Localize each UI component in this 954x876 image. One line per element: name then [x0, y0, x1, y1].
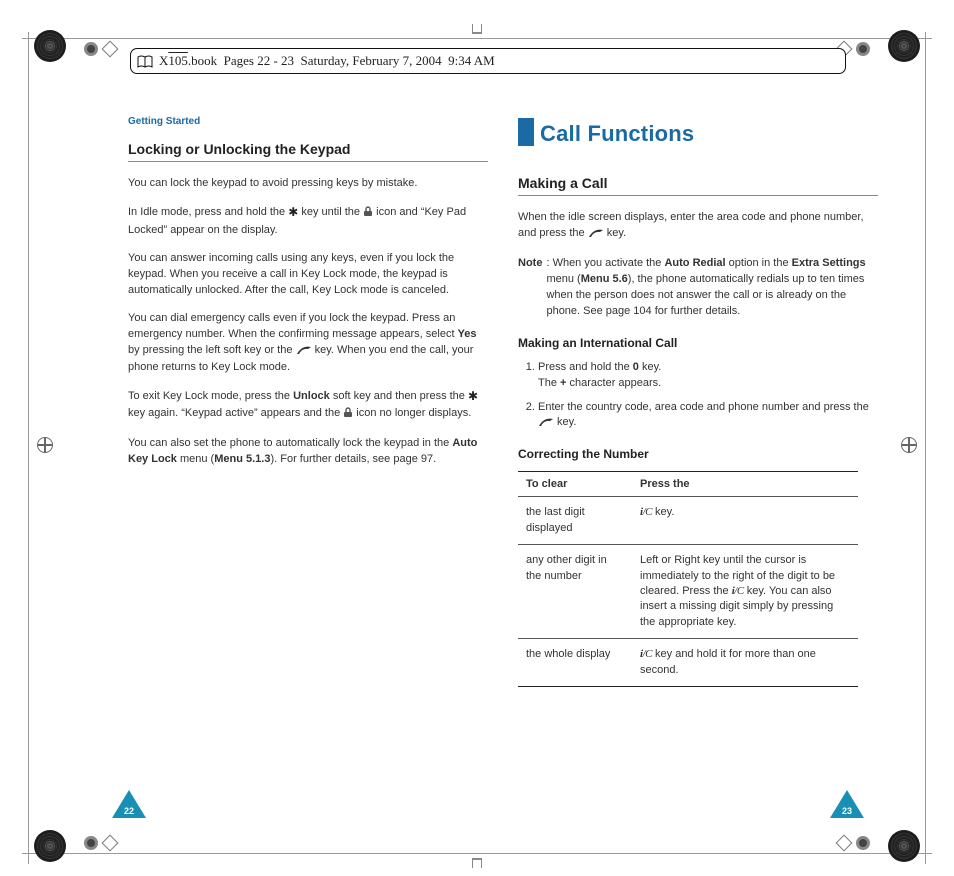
clear-key-icon: i/C	[640, 505, 652, 520]
send-key-icon	[588, 228, 604, 244]
section-title: Making a Call	[518, 175, 878, 196]
correcting-table: To clear Press the the last digit displa…	[518, 471, 858, 687]
list-item: Enter the country code, area code and ph…	[538, 400, 878, 434]
table-header: Press the	[632, 472, 858, 497]
lock-icon	[363, 206, 373, 223]
send-key-icon	[296, 345, 312, 361]
star-key-icon: ✱	[288, 204, 298, 221]
subsection-title: Correcting the Number	[518, 447, 878, 461]
paragraph: To exit Key Lock mode, press the Unlock …	[128, 388, 488, 423]
paragraph: When the idle screen displays, enter the…	[518, 210, 878, 244]
gutter-mark-icon	[472, 858, 482, 868]
crop-line	[28, 32, 29, 864]
page-spread: X105.book Pages 22 - 23 Saturday, Februa…	[0, 0, 954, 876]
paragraph: You can lock the keypad to avoid pressin…	[128, 176, 488, 192]
crop-line	[22, 38, 932, 39]
header-text: X105.book Pages 22 - 23 Saturday, Februa…	[159, 53, 495, 69]
page-number-marker: 23	[830, 790, 864, 818]
steps-list: Press and hold the 0 key. The + characte…	[518, 360, 878, 434]
running-head: Getting Started	[128, 116, 488, 127]
table-header: To clear	[518, 472, 632, 497]
book-icon	[137, 55, 153, 68]
page-number: 23	[830, 806, 864, 816]
ornament-icon	[888, 830, 920, 862]
page-number-marker: 22	[112, 790, 146, 818]
registration-mark-icon	[38, 438, 52, 452]
list-item: Press and hold the 0 key. The + characte…	[538, 360, 878, 392]
table-row: any other digit in the number Left or Ri…	[518, 545, 858, 639]
table-row: the whole display i/C key and hold it fo…	[518, 639, 858, 687]
crop-line	[925, 32, 926, 864]
lock-icon	[343, 407, 353, 424]
clear-key-icon: i/C	[732, 584, 744, 599]
send-key-icon	[538, 417, 554, 433]
paragraph: You can dial emergency calls even if you…	[128, 311, 488, 377]
star-key-icon: ✱	[468, 388, 478, 405]
registration-mark-icon	[902, 438, 916, 452]
ornament-icon	[34, 830, 66, 862]
section-title: Locking or Unlocking the Keypad	[128, 141, 488, 162]
registration-group	[84, 42, 116, 56]
document-header-bar: X105.book Pages 22 - 23 Saturday, Februa…	[130, 48, 846, 74]
paragraph: You can answer incoming calls using any …	[128, 251, 488, 299]
paragraph: In Idle mode, press and hold the ✱ key u…	[128, 204, 488, 239]
registration-group	[838, 836, 870, 850]
chapter-title: Call Functions	[518, 118, 878, 147]
crop-line	[22, 853, 932, 854]
page-number: 22	[112, 806, 146, 816]
paragraph: You can also set the phone to automatica…	[128, 436, 488, 468]
chapter-bar-icon	[518, 118, 534, 146]
table-row: the last digit displayed i/C key.	[518, 497, 858, 545]
registration-group	[84, 836, 116, 850]
note-block: Note : When you activate the Auto Redial…	[518, 256, 878, 320]
right-page: Call Functions Making a Call When the id…	[518, 100, 878, 687]
ornament-icon	[888, 30, 920, 62]
clear-key-icon: i/C	[640, 647, 652, 662]
subsection-title: Making an International Call	[518, 336, 878, 350]
ornament-icon	[34, 30, 66, 62]
left-page: Getting Started Locking or Unlocking the…	[128, 100, 488, 480]
gutter-mark-icon	[472, 24, 482, 34]
